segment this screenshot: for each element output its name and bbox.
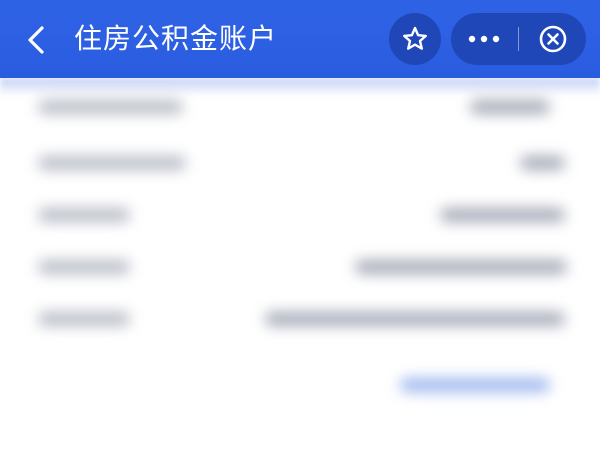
blurred-link	[400, 378, 550, 392]
more-horizontal-icon	[468, 35, 500, 43]
blurred-value	[470, 100, 550, 114]
blurred-label	[38, 260, 130, 274]
account-details-area	[0, 78, 600, 450]
chevron-left-icon	[28, 26, 44, 54]
blurred-value	[265, 312, 565, 326]
mini-program-capsule	[451, 13, 586, 65]
blurred-label	[38, 100, 183, 114]
close-circle-icon	[539, 25, 566, 53]
header-shadow	[0, 78, 600, 96]
blurred-value	[440, 208, 565, 222]
blurred-value	[355, 260, 567, 274]
page-title: 住房公积金账户	[74, 22, 278, 55]
blurred-label	[38, 208, 130, 222]
star-outline-icon	[403, 26, 427, 50]
blurred-label	[38, 312, 130, 326]
favorite-button[interactable]	[389, 13, 441, 65]
close-button[interactable]	[519, 13, 586, 65]
blurred-account-list	[0, 78, 600, 450]
back-button[interactable]	[18, 20, 54, 60]
title-bar: 住房公积金账户	[0, 0, 600, 78]
more-button[interactable]	[451, 13, 517, 65]
blurred-label	[38, 156, 186, 170]
blurred-value	[520, 156, 565, 170]
